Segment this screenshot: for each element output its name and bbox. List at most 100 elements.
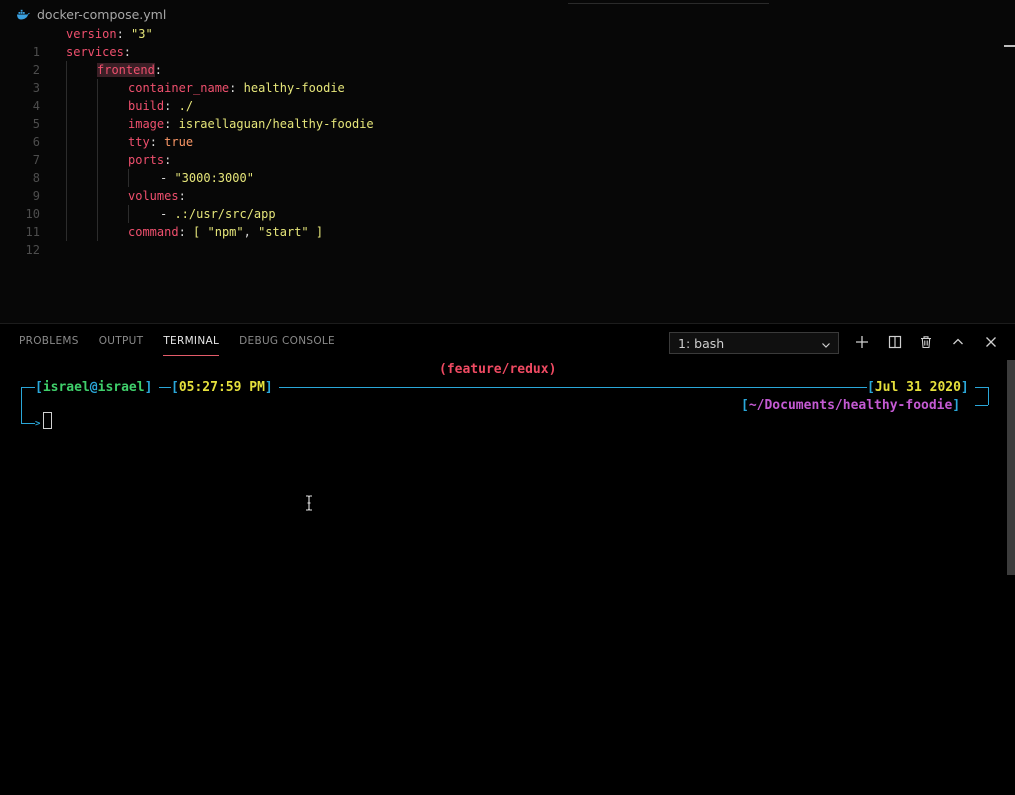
prompt-frame	[975, 405, 988, 406]
prompt-frame	[159, 387, 171, 388]
yaml-value: .:/usr/src/app	[174, 207, 276, 221]
prompt-frame	[21, 423, 35, 424]
filename[interactable]: docker-compose.yml	[37, 7, 166, 22]
yaml-key: ports	[128, 153, 165, 167]
chevron-down-icon	[821, 338, 831, 353]
prompt-date-block: [Jul 31 2020]	[867, 380, 969, 395]
indent-guide	[66, 97, 67, 115]
indent-guide	[66, 79, 67, 97]
prompt-frame	[975, 387, 988, 388]
text-cursor-icon	[305, 495, 313, 515]
kill-terminal-button[interactable]	[916, 332, 936, 352]
yaml-value: israellaguan/healthy-foodie	[178, 117, 374, 131]
yaml-string: "3"	[131, 27, 153, 41]
indent-guide	[97, 97, 98, 115]
tab-terminal[interactable]: TERMINAL	[163, 324, 219, 358]
terminal-view[interactable]: (feature/redux) [israel@israel] [05:27:5…	[0, 358, 1015, 795]
code-line: 4 container_name: healthy-foodie	[0, 79, 1015, 113]
split-terminal-button[interactable]	[885, 332, 905, 352]
code-line: 12 command: [ "npm", "start" ]	[0, 223, 1015, 257]
code-line: 2 services:	[0, 43, 1015, 77]
yaml-key: container_name	[128, 81, 230, 95]
indent-guide	[97, 115, 98, 133]
indent-guide	[66, 187, 67, 205]
indent-guide	[66, 205, 67, 223]
trash-icon	[919, 335, 933, 349]
yaml-boolean: true	[164, 135, 194, 149]
yaml-key-highlighted: frontend	[97, 63, 155, 77]
yaml-value: ./	[178, 99, 194, 113]
bottom-panel: PROBLEMS OUTPUT TERMINAL DEBUG CONSOLE 1…	[0, 323, 1015, 795]
terminal-scrollbar[interactable]	[1007, 360, 1015, 575]
code-line: 9 - "3000:3000"	[0, 169, 1015, 203]
prompt-frame	[21, 387, 35, 388]
yaml-key: build	[128, 99, 165, 113]
code-line: 3 frontend:	[0, 61, 1015, 95]
prompt-path: ~/Documents/healthy-foodie	[748, 398, 953, 413]
docker-icon	[16, 9, 30, 20]
prompt-date: Jul 31 2020	[874, 380, 961, 395]
yaml-string: "start"	[258, 225, 309, 239]
indent-guide	[66, 133, 67, 151]
indent-guide	[66, 223, 67, 241]
yaml-string: "npm"	[207, 225, 244, 239]
code-line: 6 image: israellaguan/healthy-foodie	[0, 115, 1015, 149]
prompt-time: 05:27:59 PM	[178, 380, 265, 395]
tab-problems[interactable]: PROBLEMS	[19, 324, 79, 358]
editor-pane[interactable]: docker-compose.yml 1 version: "3" 2 serv…	[0, 0, 1015, 323]
indent-guide	[97, 169, 98, 187]
code-line: 7 tty: true	[0, 133, 1015, 167]
terminal-select-value: 1: bash	[678, 335, 725, 351]
yaml-string: "3000:3000"	[174, 171, 254, 185]
split-icon	[888, 335, 902, 349]
indent-guide	[97, 187, 98, 205]
yaml-key: services	[66, 45, 124, 59]
indent-guide	[66, 61, 67, 79]
indent-guide	[97, 151, 98, 169]
indent-guide	[128, 169, 129, 187]
prompt-frame	[21, 387, 22, 423]
code-line: 1 version: "3"	[0, 25, 1015, 59]
line-number: 12	[25, 243, 40, 257]
close-panel-button[interactable]	[981, 332, 1001, 352]
indent-guide	[97, 223, 98, 241]
terminal-cursor	[43, 412, 52, 429]
yaml-value: healthy-foodie	[243, 81, 345, 95]
git-branch: (feature/redux)	[439, 362, 557, 377]
prompt-frame	[988, 387, 989, 405]
indent-guide	[97, 79, 98, 97]
code-line: 8 ports:	[0, 151, 1015, 185]
indent-guide	[66, 151, 67, 169]
code-area[interactable]: 1 version: "3" 2 services: 3 frontend: 4…	[0, 25, 1015, 257]
indent-guide	[66, 169, 67, 187]
indent-guide	[128, 205, 129, 223]
indent-guide	[97, 205, 98, 223]
code-line: 10 volumes:	[0, 187, 1015, 221]
indent-guide	[66, 115, 67, 133]
new-terminal-button[interactable]	[852, 332, 872, 352]
yaml-key: image	[128, 117, 165, 131]
tab-output[interactable]: OUTPUT	[99, 324, 144, 358]
prompt-user-host: [israel@israel]	[35, 380, 153, 395]
yaml-key: command	[128, 225, 179, 239]
tab-debug-console[interactable]: DEBUG CONSOLE	[239, 324, 335, 358]
yaml-key: volumes	[128, 189, 179, 203]
code-line: 5 build: ./	[0, 97, 1015, 131]
terminal-select[interactable]: 1: bash	[669, 332, 839, 354]
prompt-arrow: >	[35, 419, 41, 429]
prompt-path-block: [~/Documents/healthy-foodie]	[741, 398, 961, 413]
prompt-frame	[279, 387, 867, 388]
code-line: 11 - .:/usr/src/app	[0, 205, 1015, 239]
maximize-panel-button[interactable]	[948, 332, 968, 352]
chevron-up-icon	[951, 335, 965, 349]
indent-guide	[97, 133, 98, 151]
plus-icon	[855, 335, 869, 349]
yaml-key: version	[66, 27, 117, 41]
panel-tabs: PROBLEMS OUTPUT TERMINAL DEBUG CONSOLE	[19, 324, 335, 358]
breadcrumb[interactable]: docker-compose.yml	[16, 6, 166, 22]
prompt-time-block: [05:27:59 PM]	[171, 380, 273, 395]
minimap-slider[interactable]	[568, 3, 769, 4]
prompt-host: israel	[97, 380, 145, 395]
prompt-user: israel	[42, 380, 90, 395]
close-icon	[984, 335, 998, 349]
